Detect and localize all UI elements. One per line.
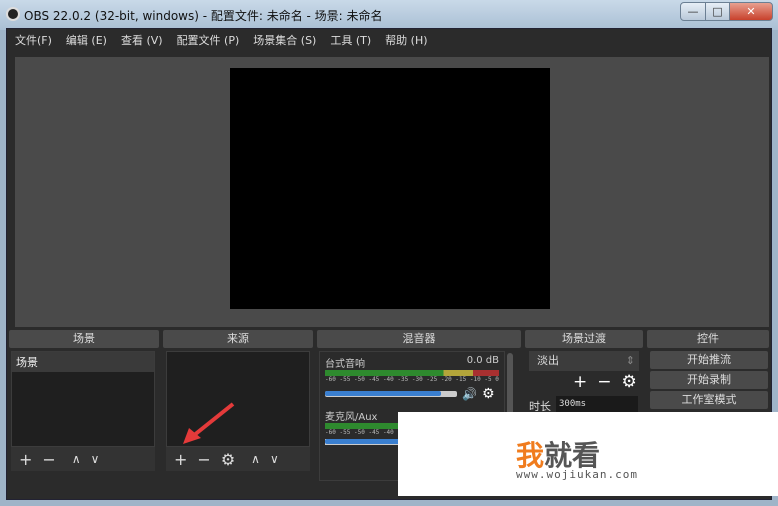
source-settings-gear-icon[interactable]: ⚙ (221, 450, 235, 469)
menu-tools[interactable]: 工具 (T) (330, 29, 371, 53)
obs-logo-icon (6, 7, 20, 21)
transition-settings-gear-icon[interactable]: ⚙ (622, 372, 637, 392)
maximize-button[interactable]: □ (705, 2, 730, 21)
move-source-up-button[interactable]: ∧ (251, 452, 260, 466)
meter-tick-label: -60 (325, 376, 336, 383)
scenes-list[interactable]: 场景 (11, 351, 155, 447)
remove-scene-button[interactable]: − (42, 450, 55, 469)
window-title: OBS 22.0.2 (32-bit, windows) - 配置文件: 未命名… (24, 9, 383, 23)
meter-tick-label: -5 (484, 376, 492, 383)
sources-dock-title: 来源 (163, 330, 313, 348)
menu-profile[interactable]: 配置文件 (P) (177, 29, 240, 53)
minimize-button[interactable]: — (680, 2, 706, 21)
preview-area[interactable] (15, 57, 769, 327)
meter-tick-label: -40 (382, 376, 394, 383)
title-bar: OBS 22.0.2 (32-bit, windows) - 配置文件: 未命名… (0, 0, 778, 30)
meter-tick-label: -25 (426, 376, 438, 383)
add-transition-button[interactable]: + (573, 372, 587, 392)
sources-toolbar: + − ⚙ ∧ ∨ (166, 447, 310, 471)
controls-dock-title: 控件 (647, 330, 769, 348)
meter-tick-label: -60 (325, 429, 336, 436)
meter-tick-label: -20 (440, 376, 452, 383)
spinner-icon: ⇕ (625, 354, 635, 367)
menu-help[interactable]: 帮助 (H) (385, 29, 427, 53)
channel-settings-gear-icon[interactable]: ⚙ (482, 386, 495, 402)
move-scene-down-button[interactable]: ∨ (91, 452, 100, 466)
menu-bar: 文件(F) 编辑 (E) 查看 (V) 配置文件 (P) 场景集合 (S) 工具… (7, 29, 771, 53)
speaker-icon[interactable]: 🔊 (462, 387, 477, 401)
meter-tick-label: -55 (339, 376, 351, 383)
meter-tick-label: -10 (469, 376, 481, 383)
meter-ticks: -60-55-50-45-40-35-30-25-20-15-10-50 (325, 376, 499, 383)
remove-source-button[interactable]: − (197, 450, 210, 469)
mixer-channel: 台式音响 0.0 dB -60 -55 -50 -45 -40 -35 -30 -25 -20 -1… (325, 355, 499, 402)
studio-mode-button[interactable]: 工作室模式 (650, 391, 768, 409)
meter-tick-label: -55 (339, 429, 351, 436)
preview-canvas[interactable] (230, 68, 550, 309)
meter-tick-label: -35 (397, 376, 409, 383)
volume-slider[interactable] (325, 391, 457, 397)
sources-list[interactable] (166, 351, 310, 447)
move-source-down-button[interactable]: ∨ (270, 452, 279, 466)
scenes-dock-title: 场景 (9, 330, 159, 348)
red-arrow-annotation-icon (183, 402, 235, 444)
transitions-dock-title: 场景过渡 (525, 330, 643, 348)
transition-select[interactable]: 淡出 ⇕ (529, 351, 639, 371)
menu-scene-collection[interactable]: 场景集合 (S) (253, 29, 316, 53)
transition-selected-value: 淡出 (537, 354, 559, 367)
meter-tick-label: -45 (368, 376, 380, 383)
watermark-overlay: 我就看 www.wojiukan.com (398, 412, 778, 496)
meter-tick-label: -15 (455, 376, 467, 383)
remove-transition-button[interactable]: − (597, 372, 611, 392)
controls-panel: 开始推流 开始录制 工作室模式 (650, 351, 768, 411)
start-recording-button[interactable]: 开始录制 (650, 371, 768, 389)
scene-item[interactable]: 场景 (12, 352, 154, 372)
close-button[interactable]: ✕ (729, 2, 773, 21)
add-source-button[interactable]: + (174, 450, 187, 469)
menu-file[interactable]: 文件(F) (15, 29, 52, 53)
transition-toolbar: + − ⚙ (573, 372, 637, 392)
meter-tick-label: -50 (353, 429, 365, 436)
menu-edit[interactable]: 编辑 (E) (66, 29, 107, 53)
channel-db: 0.0 dB (466, 355, 499, 366)
start-streaming-button[interactable]: 开始推流 (650, 351, 768, 369)
channel-name: 台式音响 (325, 359, 365, 370)
meter-tick-label: -30 (411, 376, 423, 383)
meter-tick-label: -50 (353, 376, 365, 383)
meter-tick-label: -40 (382, 429, 394, 436)
menu-view[interactable]: 查看 (V) (121, 29, 163, 53)
meter-tick-label: 0 (495, 376, 499, 383)
add-scene-button[interactable]: + (19, 450, 32, 469)
watermark-url: www.wojiukan.com (516, 468, 638, 481)
move-scene-up-button[interactable]: ∧ (72, 452, 81, 466)
mixer-dock-title: 混音器 (317, 330, 521, 348)
duration-input[interactable]: 300ms (556, 396, 638, 413)
scenes-toolbar: + − ∧ ∨ (11, 447, 155, 471)
meter-tick-label: -45 (368, 429, 380, 436)
